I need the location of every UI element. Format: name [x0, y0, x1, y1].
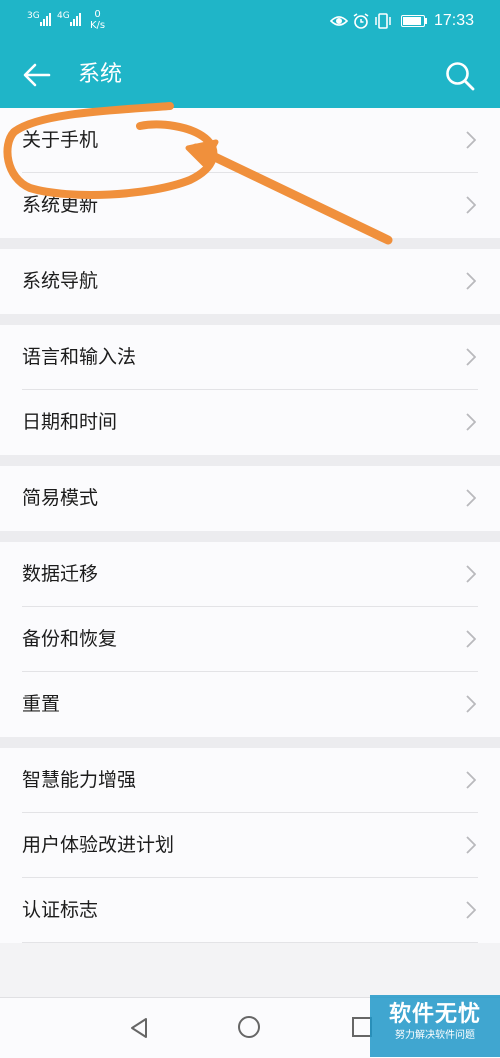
signal-icon: [70, 13, 81, 26]
group-gap: [0, 531, 500, 542]
setting-certification-logos[interactable]: 认证标志: [22, 878, 500, 943]
setting-label: 日期和时间: [22, 411, 118, 433]
chevron-right-icon: [466, 695, 476, 713]
setting-simple-mode[interactable]: 简易模式: [22, 466, 500, 531]
sim1-label: 3G: [27, 11, 40, 21]
setting-label: 语言和输入法: [22, 346, 137, 368]
chevron-right-icon: [466, 489, 476, 507]
setting-label: 智慧能力增强: [22, 769, 137, 791]
eye-icon: [330, 16, 348, 26]
settings-group: 简易模式: [0, 466, 500, 531]
watermark-sub: 努力解决软件问题: [395, 1030, 475, 1041]
clock: 17:33: [434, 12, 475, 29]
chevron-right-icon: [466, 901, 476, 919]
setting-label: 认证标志: [22, 899, 99, 921]
battery-icon: [401, 15, 425, 27]
setting-label: 简易模式: [22, 487, 99, 509]
watermark-logo: 软件无忧 努力解决软件问题: [370, 995, 500, 1057]
nav-home-icon[interactable]: [238, 1016, 260, 1038]
settings-group: 数据迁移 备份和恢复 重置: [0, 542, 500, 737]
network-speed: 0 K/s: [90, 9, 105, 31]
watermark-main: 软件无忧: [388, 1002, 481, 1027]
alarm-icon: [353, 13, 369, 29]
setting-reset[interactable]: 重置: [22, 672, 500, 737]
setting-label: 重置: [22, 693, 61, 715]
nav-back-icon[interactable]: [128, 1017, 150, 1039]
setting-data-migration[interactable]: 数据迁移: [22, 542, 500, 607]
nav-recent-icon[interactable]: [352, 1017, 372, 1037]
status-bar: 3G 4G 0 K/s 17:33: [0, 0, 500, 42]
setting-label: 用户体验改进计划: [22, 834, 175, 856]
setting-smart-enhancement[interactable]: 智慧能力增强: [22, 748, 500, 813]
signal-icon: [40, 13, 51, 26]
chevron-right-icon: [466, 131, 476, 149]
group-gap: [0, 455, 500, 466]
chevron-right-icon: [466, 413, 476, 431]
setting-system-update[interactable]: 系统更新: [22, 173, 500, 238]
speed-value: 0: [94, 9, 101, 20]
setting-label: 系统导航: [22, 270, 99, 292]
chevron-right-icon: [466, 836, 476, 854]
chevron-right-icon: [466, 272, 476, 290]
settings-group: 智慧能力增强 用户体验改进计划 认证标志: [0, 748, 500, 943]
group-gap: [0, 314, 500, 325]
settings-group: 系统导航: [0, 249, 500, 314]
setting-about-phone[interactable]: 关于手机: [22, 108, 500, 173]
setting-user-experience[interactable]: 用户体验改进计划: [22, 813, 500, 878]
toolbar: 系统: [0, 42, 500, 108]
chevron-right-icon: [466, 565, 476, 583]
settings-list: 关于手机 系统更新 系统导航 语言和输入法 日期和时间 简易模式 数据迁移 备份…: [0, 108, 500, 943]
setting-label: 关于手机: [22, 129, 99, 151]
settings-group: 语言和输入法 日期和时间: [0, 325, 500, 455]
chevron-right-icon: [466, 348, 476, 366]
setting-label: 数据迁移: [22, 563, 99, 585]
vibrate-icon: [375, 13, 391, 29]
setting-backup-restore[interactable]: 备份和恢复: [22, 607, 500, 672]
chevron-right-icon: [466, 196, 476, 214]
app-header: 3G 4G 0 K/s 17:33 系统: [0, 0, 500, 108]
chevron-right-icon: [466, 630, 476, 648]
sim2-label: 4G: [57, 11, 70, 21]
group-gap: [0, 238, 500, 249]
page-title: 系统: [78, 62, 123, 87]
speed-unit: K/s: [90, 20, 106, 31]
battery-tip: [425, 18, 427, 24]
settings-group: 关于手机 系统更新: [0, 108, 500, 238]
setting-label: 备份和恢复: [22, 628, 118, 650]
chevron-right-icon: [466, 771, 476, 789]
group-gap: [0, 737, 500, 748]
search-icon[interactable]: [444, 60, 476, 92]
setting-date-time[interactable]: 日期和时间: [22, 390, 500, 455]
setting-system-navigation[interactable]: 系统导航: [22, 249, 500, 314]
arrow-left-icon[interactable]: [22, 60, 52, 90]
setting-label: 系统更新: [22, 194, 99, 216]
setting-language-input[interactable]: 语言和输入法: [22, 325, 500, 390]
